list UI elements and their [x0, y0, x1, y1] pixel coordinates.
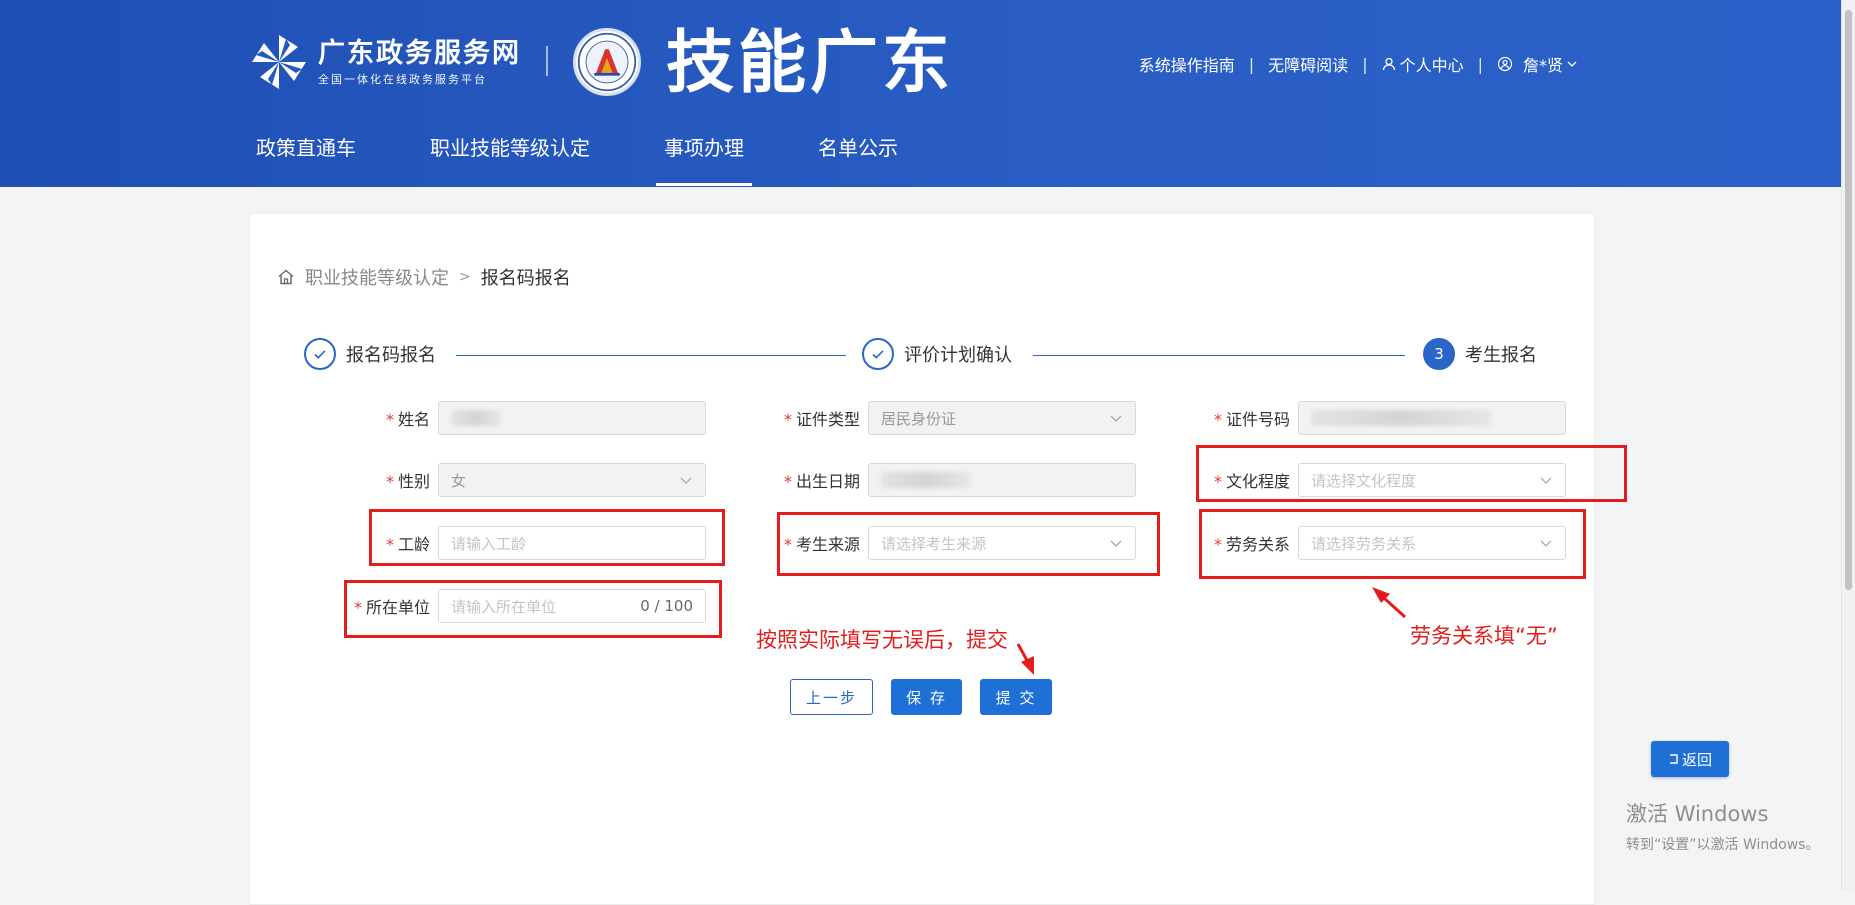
watermark-line-2: 转到“设置”以激活 Windows。 [1626, 837, 1820, 853]
save-button[interactable]: 保 存 [891, 679, 962, 715]
site-title: 技能广东 [666, 24, 955, 103]
labor-relation-note: 劳务关系填“无” [1410, 624, 1558, 648]
user-circle-icon [1497, 56, 1513, 72]
watermark-line-1: 激活 Windows [1626, 802, 1769, 826]
header-divider [546, 46, 548, 76]
name-input[interactable] [438, 401, 706, 435]
personal-center-link[interactable]: 个人中心 [1382, 52, 1464, 76]
birth-date-input[interactable] [868, 463, 1136, 497]
windows-activation-watermark: 激活 Windows 转到“设置”以激活 Windows。 [1626, 798, 1819, 854]
return-icon [1669, 754, 1678, 764]
id-type-label: * 证件类型 [783, 410, 860, 429]
nav-skill-certification[interactable]: 职业技能等级认定 [430, 132, 590, 186]
highlight-education [1196, 445, 1627, 502]
id-number-field: * 证件号码 [1198, 401, 1566, 435]
main-nav: 政策直通车 职业技能等级认定 事项办理 名单公示 [256, 132, 972, 186]
submit-instruction-note: 按照实际填写无误后，提交 [756, 628, 1008, 652]
birth-date-label: * 出生日期 [783, 472, 860, 491]
breadcrumb-parent[interactable]: 职业技能等级认定 [305, 264, 449, 290]
user-icon [1382, 57, 1395, 71]
id-number-input[interactable] [1298, 401, 1566, 435]
submit-button[interactable]: 提 交 [980, 679, 1052, 715]
top-links: 系统操作指南 | 无障碍阅读 | 个人中心 | 詹*贤 [1139, 52, 1582, 76]
gender-label: * 性别 [385, 472, 430, 491]
pinwheel-logo-icon [252, 35, 306, 89]
birth-date-field: * 出生日期 [768, 463, 1136, 497]
home-icon[interactable] [277, 268, 295, 286]
gender-field: * 性别 女 [338, 463, 706, 497]
chevron-down-icon [1567, 61, 1577, 67]
site-header: 广东政务服务网 全国一体化在线政务服务平台 技能广东 系统操作指南 | 无障碍阅… [0, 0, 1842, 187]
link-separator: | [1362, 54, 1368, 74]
id-type-value: 居民身份证 [881, 409, 957, 428]
step-2-label: 评价计划确认 [904, 345, 1012, 366]
id-type-select[interactable]: 居民身份证 [868, 401, 1136, 435]
nav-affairs[interactable]: 事项办理 [656, 132, 752, 186]
id-number-label: * 证件号码 [1213, 410, 1290, 429]
check-icon [304, 338, 336, 370]
breadcrumb-separator: > [459, 269, 471, 285]
emblem-icon [573, 28, 641, 96]
step-3: 3 考生报名 [1423, 338, 1537, 370]
portal-subtitle: 全国一体化在线政务服务平台 [318, 73, 487, 86]
gender-select[interactable]: 女 [438, 463, 706, 497]
highlight-employer [344, 580, 722, 638]
link-separator: | [1248, 54, 1255, 74]
back-button-label: 返回 [1681, 750, 1712, 769]
breadcrumb: 职业技能等级认定 > 报名码报名 [277, 264, 571, 290]
link-separator: | [1477, 54, 1483, 74]
guide-link[interactable]: 系统操作指南 [1139, 52, 1235, 76]
nav-list-publicity[interactable]: 名单公示 [818, 132, 898, 186]
step-3-label: 考生报名 [1465, 345, 1537, 366]
name-field: * 姓名 [338, 401, 706, 435]
scrollbar[interactable] [1841, 0, 1855, 890]
chevron-down-icon [1110, 415, 1122, 422]
scrollbar-thumb[interactable] [1845, 10, 1852, 590]
name-label: * 姓名 [385, 410, 430, 429]
portal-name: 广东政务服务网 [318, 38, 521, 69]
user-name: 詹*贤 [1522, 56, 1563, 75]
highlight-labor-relation [1199, 509, 1586, 579]
gender-value: 女 [451, 471, 467, 490]
chevron-down-icon [680, 477, 692, 484]
step-2: 评价计划确认 [862, 338, 1028, 370]
step-3-number: 3 [1423, 338, 1455, 370]
step-1: 报名码报名 [304, 338, 452, 370]
step-connector [456, 355, 846, 356]
check-icon [862, 338, 894, 370]
highlight-source [777, 512, 1160, 576]
breadcrumb-current: 报名码报名 [480, 268, 571, 289]
highlight-work-years [369, 509, 725, 566]
accessibility-link[interactable]: 无障碍阅读 [1268, 52, 1348, 76]
user-menu[interactable]: 詹*贤 [1497, 52, 1582, 76]
prev-step-button[interactable]: 上一步 [790, 679, 873, 715]
personal-center-label: 个人中心 [1399, 56, 1464, 75]
step-connector [1033, 355, 1405, 356]
step-1-label: 报名码报名 [346, 345, 436, 366]
nav-policy[interactable]: 政策直通车 [256, 132, 356, 186]
portal-logo[interactable]: 广东政务服务网 全国一体化在线政务服务平台 [250, 33, 521, 91]
id-type-field: * 证件类型 居民身份证 [768, 401, 1136, 435]
back-button[interactable]: 返回 [1651, 741, 1729, 777]
